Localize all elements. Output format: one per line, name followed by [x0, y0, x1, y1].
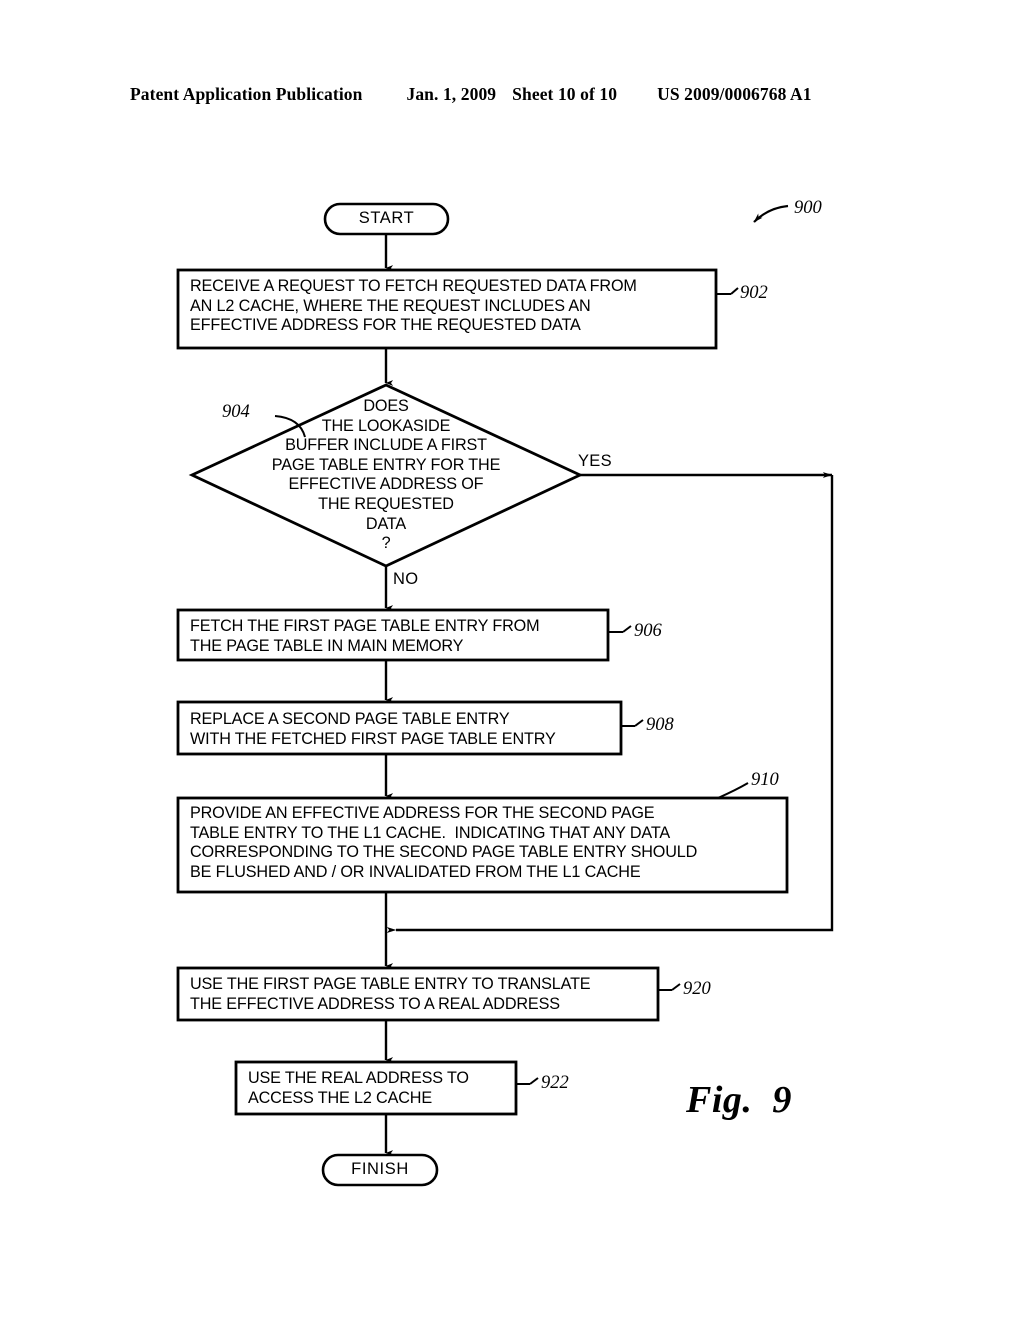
ref-numeral-904: 904 — [222, 402, 250, 422]
box-922-text: USE THE REAL ADDRESS TO ACCESS THE L2 CA… — [248, 1069, 469, 1107]
ref-numeral-920: 920 — [683, 979, 711, 999]
figure-caption: Fig. 9 — [686, 1079, 792, 1121]
leader-920-tick — [671, 983, 681, 991]
box-906-text: FETCH THE FIRST PAGE TABLE ENTRY FROM TH… — [190, 617, 540, 655]
branch-label-no: NO — [393, 570, 419, 588]
flowchart-figure: START RECEIVE A REQUEST TO FETCH REQUEST… — [0, 0, 1024, 1320]
leader-906-tick — [622, 625, 632, 633]
leader-908-tick — [634, 719, 644, 727]
leader-910 — [717, 782, 749, 799]
start-terminator-label: START — [358, 209, 415, 227]
decision-904-text: DOES THE LOOKASIDE BUFFER INCLUDE A FIRS… — [271, 397, 501, 553]
box-908-text: REPLACE A SECOND PAGE TABLE ENTRY WITH T… — [190, 710, 556, 748]
ref-numeral-922: 922 — [541, 1073, 569, 1093]
ref-numeral-908: 908 — [646, 715, 674, 735]
leader-902-tick — [730, 287, 739, 295]
branch-label-yes: YES — [578, 452, 612, 470]
finish-terminator-label: FINISH — [351, 1160, 409, 1178]
ref-numeral-902: 902 — [740, 283, 768, 303]
leader-922-tick — [529, 1077, 539, 1085]
ref-numeral-906: 906 — [634, 621, 662, 641]
box-920-text: USE THE FIRST PAGE TABLE ENTRY TO TRANSL… — [190, 975, 591, 1013]
box-910-text: PROVIDE AN EFFECTIVE ADDRESS FOR THE SEC… — [190, 804, 698, 881]
leader-900 — [753, 204, 789, 223]
box-902-text: RECEIVE A REQUEST TO FETCH REQUESTED DAT… — [190, 277, 637, 335]
flowchart-vector-layer — [176, 202, 834, 1187]
ref-numeral-910: 910 — [751, 770, 779, 790]
ref-numeral-900: 900 — [794, 198, 822, 218]
